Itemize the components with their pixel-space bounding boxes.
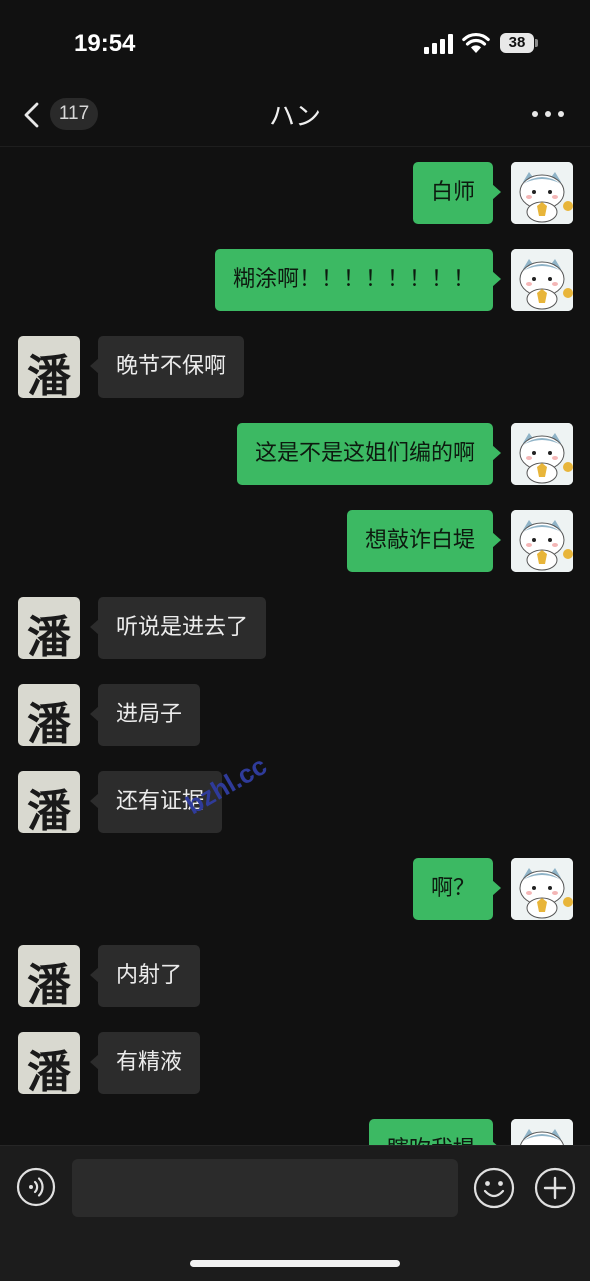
message-text: 内射了 xyxy=(116,963,183,988)
bubble-tail xyxy=(492,184,501,200)
contact-avatar[interactable]: 潘 xyxy=(18,945,80,1007)
contact-avatar[interactable]: 潘 xyxy=(18,684,80,746)
bubble-tail xyxy=(90,967,99,983)
my-avatar[interactable] xyxy=(511,162,573,224)
message-text: 有精液 xyxy=(116,1050,183,1075)
my-avatar[interactable] xyxy=(511,510,573,572)
my-avatar[interactable] xyxy=(511,423,573,485)
message-outgoing: 糊涂啊！！！！！！！！ xyxy=(0,249,590,311)
contact-avatar[interactable]: 潘 xyxy=(18,336,80,398)
message-bubble[interactable]: 啊？ xyxy=(412,858,501,920)
home-indicator xyxy=(190,1260,400,1267)
status-bar: 19:54 38 xyxy=(0,0,590,88)
contact-avatar[interactable]: 潘 xyxy=(18,597,80,659)
bubble-tail xyxy=(492,880,501,896)
bubble-tail xyxy=(90,706,99,722)
message-text: 进局子 xyxy=(116,702,183,727)
message-incoming: 潘还有证据 xyxy=(0,771,590,833)
message-incoming: 潘 听说是进去了 xyxy=(0,597,590,659)
bubble-tail xyxy=(492,271,501,287)
message-outgoing: 啊？ xyxy=(0,858,590,920)
chevron-left-icon xyxy=(24,102,39,128)
cellular-signal-icon xyxy=(424,34,453,54)
message-text: 听说是进去了 xyxy=(116,615,249,640)
my-avatar[interactable] xyxy=(511,858,573,920)
back-button[interactable]: 117 xyxy=(20,96,102,134)
message-outgoing: 想敲诈白堤 xyxy=(0,510,590,572)
voice-input-icon[interactable] xyxy=(16,1167,56,1207)
bubble-tail xyxy=(90,1054,99,1070)
unread-count-badge: 117 xyxy=(50,98,98,130)
contact-avatar[interactable]: 潘 xyxy=(18,1032,80,1094)
bubble-tail xyxy=(90,793,99,809)
contact-avatar[interactable]: 潘 xyxy=(18,771,80,833)
message-incoming: 潘 进局子 xyxy=(0,684,590,746)
message-text: 白师 xyxy=(430,180,475,205)
more-options-icon[interactable] xyxy=(530,104,566,124)
contact-avatar-glyph: 潘 xyxy=(27,612,71,659)
message-bubble[interactable]: 晚节不保啊 xyxy=(90,336,245,398)
add-attachment-icon[interactable] xyxy=(534,1167,576,1209)
bubble-tail xyxy=(492,445,501,461)
my-avatar[interactable] xyxy=(511,249,573,311)
bubble-tail xyxy=(90,619,99,635)
message-text: 瞎吹我堤 xyxy=(387,1137,475,1145)
message-list[interactable]: 白师 糊涂啊！！！！！！！！潘晚节不保啊 这是不是这姐们编的啊 想敲诈白堤潘听说是进去… xyxy=(0,147,590,1145)
message-text: 晚节不保啊 xyxy=(116,354,227,379)
bubble-tail xyxy=(492,532,501,548)
chat-title: ハン xyxy=(268,102,321,132)
message-incoming: 潘 晚节不保啊 xyxy=(0,336,590,398)
battery-indicator: 38 xyxy=(500,33,540,55)
my-avatar[interactable] xyxy=(511,1119,573,1145)
message-input[interactable] xyxy=(72,1159,458,1217)
message-outgoing: 瞎吹我堤 xyxy=(0,1119,590,1145)
bubble-tail xyxy=(90,358,99,374)
message-outgoing: 白师 xyxy=(0,162,590,224)
battery-level: 38 xyxy=(508,34,526,51)
message-text: 想敲诈白堤 xyxy=(364,528,475,553)
contact-avatar-glyph: 潘 xyxy=(27,1047,71,1094)
message-bubble[interactable]: 有精液 xyxy=(90,1032,201,1094)
contact-avatar-glyph: 潘 xyxy=(27,960,71,1007)
emoji-icon[interactable] xyxy=(473,1167,515,1209)
contact-avatar-glyph: 潘 xyxy=(27,351,71,398)
contact-avatar-glyph: 潘 xyxy=(27,786,71,833)
input-bar xyxy=(0,1145,590,1281)
message-bubble[interactable]: 糊涂啊！！！！！！！！ xyxy=(214,249,501,311)
message-bubble[interactable]: 想敲诈白堤 xyxy=(346,510,501,572)
message-incoming: 潘 内射了 xyxy=(0,945,590,1007)
message-bubble[interactable]: 这是不是这姐们编的啊 xyxy=(236,423,501,485)
message-bubble[interactable]: 内射了 xyxy=(90,945,201,1007)
contact-avatar-glyph: 潘 xyxy=(27,699,71,746)
chat-header: 117 ハン xyxy=(0,88,590,147)
message-text: 这是不是这姐们编的啊 xyxy=(254,441,475,466)
message-incoming: 潘 有精液 xyxy=(0,1032,590,1094)
message-outgoing: 这是不是这姐们编的啊 xyxy=(0,423,590,485)
message-bubble[interactable]: 进局子 xyxy=(90,684,201,746)
message-bubble[interactable]: 白师 xyxy=(412,162,501,224)
status-time: 19:54 xyxy=(74,30,136,57)
message-text: 糊涂啊！！！！！！！！ xyxy=(232,267,475,292)
message-bubble[interactable]: 瞎吹我堤 xyxy=(368,1119,501,1145)
message-text: 啊？ xyxy=(430,876,475,901)
wifi-icon xyxy=(462,32,490,53)
message-bubble[interactable]: 听说是进去了 xyxy=(90,597,267,659)
